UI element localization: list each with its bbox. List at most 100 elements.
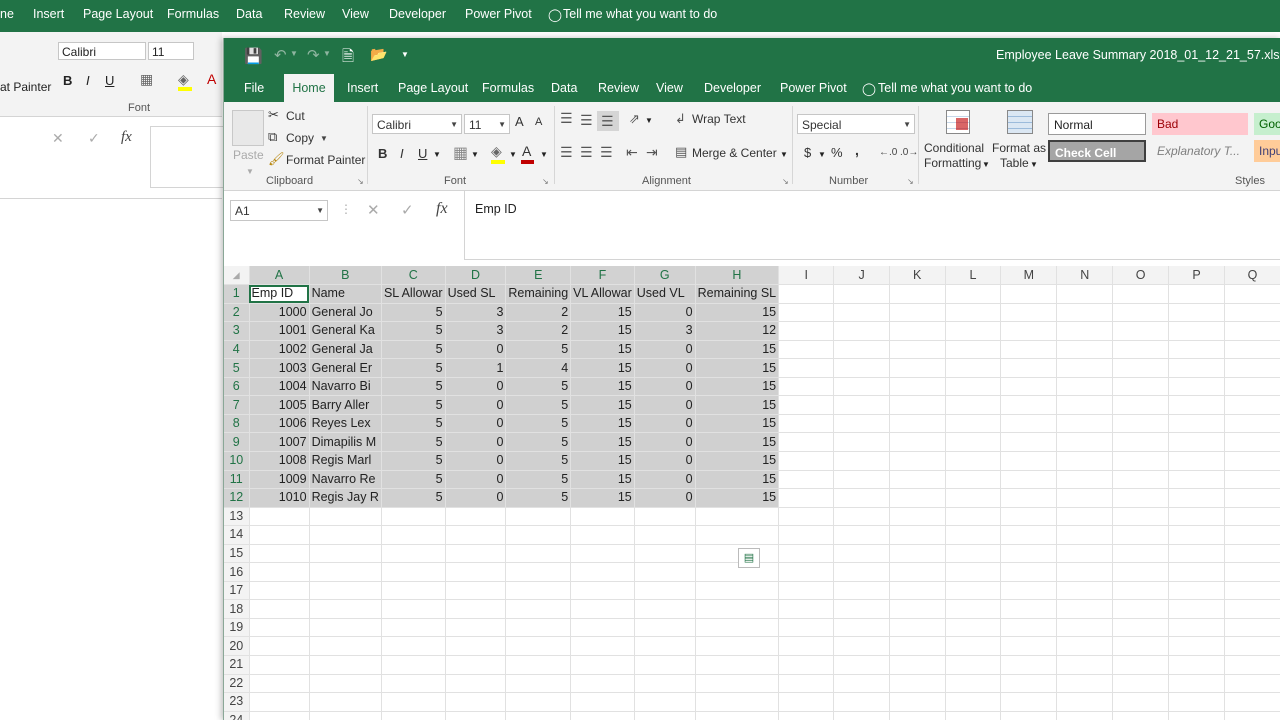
cell[interactable] (778, 562, 835, 582)
cell[interactable]: 15 (570, 358, 635, 378)
cell[interactable]: 2 (505, 321, 572, 341)
align-middle-icon[interactable]: ☰ (580, 112, 593, 129)
bg-tab-data[interactable]: Data (236, 7, 262, 21)
underline-dropdown-icon[interactable]: ▼ (433, 150, 441, 159)
cell[interactable] (1224, 618, 1280, 638)
cell[interactable] (945, 377, 1002, 397)
cell[interactable] (833, 711, 890, 720)
row-header[interactable]: 9 (224, 432, 250, 452)
cell[interactable] (1056, 340, 1114, 360)
percent-button[interactable]: % (831, 145, 843, 160)
cell[interactable]: 1 (445, 358, 507, 378)
cell[interactable]: 5 (381, 488, 446, 508)
bg-tab-home[interactable]: ne (0, 7, 14, 21)
cell[interactable] (1224, 674, 1280, 694)
tab-developer[interactable]: Developer (704, 81, 761, 95)
paste-button[interactable]: Paste (233, 148, 264, 162)
cell[interactable]: Used SL (445, 284, 507, 304)
merge-dropdown-icon[interactable]: ▼ (780, 150, 788, 159)
font-launcher-icon[interactable]: ↘ (542, 177, 549, 186)
cell[interactable] (695, 692, 780, 712)
cell[interactable]: 5 (505, 377, 572, 397)
cell[interactable] (1168, 544, 1225, 564)
cell[interactable] (1112, 544, 1170, 564)
row-header[interactable]: 18 (224, 599, 250, 619)
cell[interactable]: 0 (634, 451, 696, 471)
cell[interactable] (1056, 674, 1114, 694)
bg-font-size-combo[interactable]: 11 (148, 42, 194, 60)
style-good[interactable]: Goo (1254, 113, 1280, 135)
cell[interactable] (634, 599, 696, 619)
cell[interactable]: Navarro Bi (309, 377, 382, 397)
cell[interactable] (445, 507, 507, 527)
cell[interactable] (505, 711, 572, 720)
cell[interactable] (505, 599, 572, 619)
cell[interactable] (778, 507, 835, 527)
bg-font-color-icon[interactable]: A (207, 71, 216, 87)
conditional-formatting-icon[interactable] (942, 108, 972, 136)
cell[interactable] (309, 599, 382, 619)
cell[interactable] (1168, 562, 1225, 582)
row-header[interactable]: 23 (224, 692, 250, 712)
cell[interactable] (833, 303, 890, 323)
cell[interactable] (1224, 414, 1280, 434)
cell[interactable] (1224, 507, 1280, 527)
cell[interactable]: 15 (695, 395, 780, 415)
cell[interactable] (1224, 581, 1280, 601)
cell[interactable] (1224, 636, 1280, 656)
cell[interactable] (945, 432, 1002, 452)
cell[interactable] (1112, 432, 1170, 452)
cell[interactable] (445, 674, 507, 694)
cell[interactable] (1224, 284, 1280, 304)
cell[interactable] (1112, 636, 1170, 656)
cell[interactable] (1224, 692, 1280, 712)
cell[interactable] (1168, 507, 1225, 527)
paste-dropdown-icon[interactable]: ▼ (246, 167, 254, 176)
column-header[interactable]: P (1168, 266, 1225, 286)
cell[interactable] (381, 581, 446, 601)
align-center-icon[interactable]: ☰ (580, 144, 593, 161)
cell[interactable] (778, 599, 835, 619)
cell[interactable] (309, 636, 382, 656)
cell[interactable] (889, 414, 946, 434)
cell[interactable] (945, 358, 1002, 378)
cell[interactable]: 1008 (249, 451, 310, 471)
cell[interactable]: 5 (381, 303, 446, 323)
cell[interactable] (309, 618, 382, 638)
cell[interactable] (1112, 692, 1170, 712)
cell[interactable]: 0 (634, 340, 696, 360)
row-header[interactable]: 4 (224, 340, 250, 360)
cell[interactable] (1056, 692, 1114, 712)
decrease-decimal-icon[interactable]: .0→ (900, 147, 918, 158)
align-bottom-icon[interactable]: ☰ (601, 113, 614, 130)
cell[interactable] (1168, 303, 1225, 323)
cell[interactable] (945, 321, 1002, 341)
cell[interactable]: 0 (445, 432, 507, 452)
cancel-entry-icon[interactable]: ✕ (367, 201, 380, 219)
cell[interactable]: Remaining SL (695, 284, 780, 304)
cell[interactable] (695, 599, 780, 619)
cell[interactable] (778, 618, 835, 638)
cell[interactable] (1168, 599, 1225, 619)
bg-formula-input[interactable] (150, 126, 224, 188)
tab-insert[interactable]: Insert (347, 81, 378, 95)
cell[interactable] (1224, 395, 1280, 415)
cell[interactable] (381, 674, 446, 694)
cell[interactable] (1112, 599, 1170, 619)
cell[interactable] (1056, 451, 1114, 471)
cell[interactable] (1224, 544, 1280, 564)
cell[interactable]: 0 (634, 358, 696, 378)
cell[interactable] (1168, 711, 1225, 720)
bg-tab-page-layout[interactable]: Page Layout (83, 7, 153, 21)
cell[interactable] (889, 451, 946, 471)
cell[interactable] (381, 655, 446, 675)
wrap-text-button[interactable]: Wrap Text (692, 112, 746, 126)
cell[interactable] (945, 618, 1002, 638)
cell[interactable] (695, 636, 780, 656)
cell[interactable]: Remaining (505, 284, 572, 304)
cell[interactable] (778, 488, 835, 508)
column-header[interactable]: F (570, 266, 635, 286)
column-header[interactable]: D (445, 266, 507, 286)
cell[interactable]: 1006 (249, 414, 310, 434)
cell[interactable]: 0 (634, 303, 696, 323)
